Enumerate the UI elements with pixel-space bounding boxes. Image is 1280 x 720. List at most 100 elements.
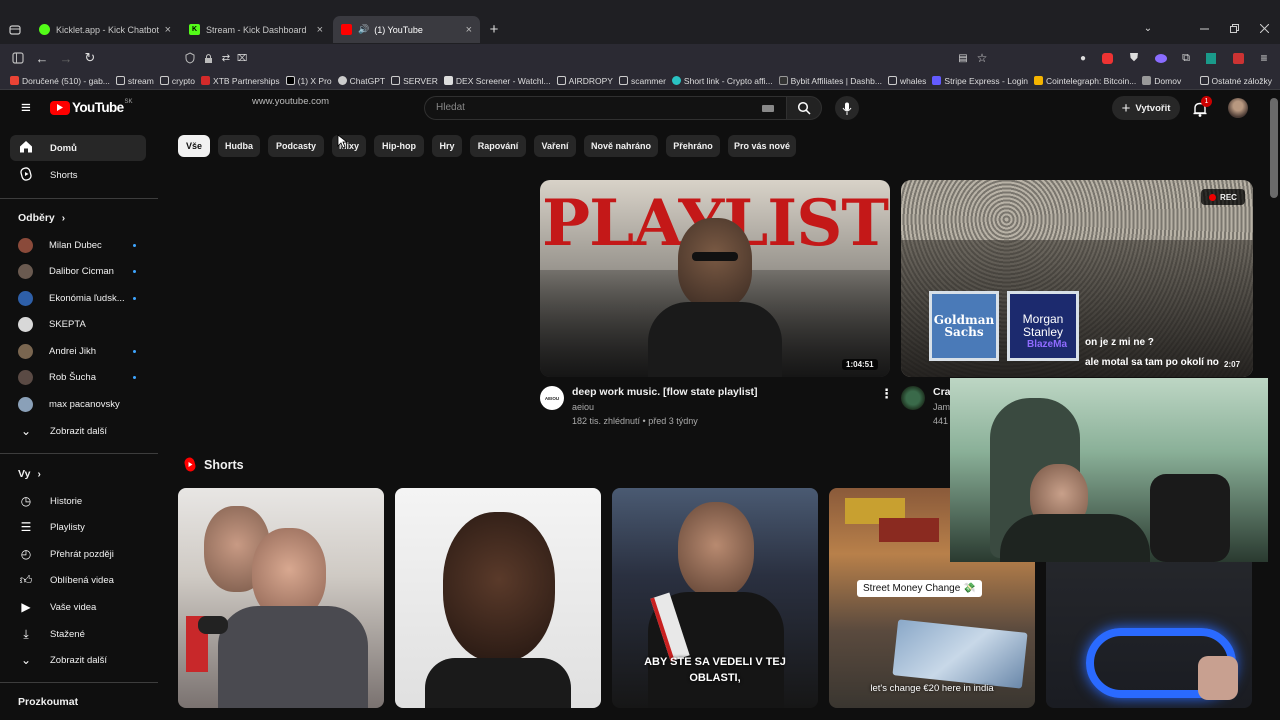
sidebar-sub-milan-dubec[interactable]: Milan Dubec bbox=[10, 232, 146, 258]
url-field[interactable]: www.youtube.com bbox=[252, 96, 329, 107]
sidebar-sub-ekonomia[interactable]: Ekonómia ľudsk... bbox=[10, 285, 146, 311]
sidebar-sub-rob-sucha[interactable]: Rob Šucha bbox=[10, 364, 146, 390]
search-button[interactable] bbox=[786, 96, 822, 120]
bookmark-stream[interactable]: stream bbox=[115, 76, 154, 86]
sidebar-item-playlists[interactable]: ☰ Playlisty bbox=[10, 514, 146, 540]
sidebar-item-history[interactable]: ◷ Historie bbox=[10, 488, 146, 514]
bookmark-crypto[interactable]: crypto bbox=[159, 76, 195, 86]
chip-watched[interactable]: Přehráno bbox=[666, 135, 720, 157]
bookmark-whales[interactable]: whales bbox=[887, 76, 926, 86]
you-heading[interactable]: Vy › bbox=[18, 468, 41, 480]
extension-red-icon[interactable] bbox=[1099, 50, 1115, 66]
tab-list-chevron-icon[interactable]: ⌄ bbox=[1140, 20, 1156, 36]
extension-teal-icon[interactable] bbox=[1203, 50, 1219, 66]
sidebar-item-liked-videos[interactable]: 👍︎ Oblíbená videa bbox=[10, 567, 146, 593]
lock-icon[interactable] bbox=[201, 50, 215, 66]
tab-close-icon[interactable]: × bbox=[466, 24, 472, 36]
bookmark-stripe[interactable]: Stripe Express - Login bbox=[932, 76, 1028, 86]
reload-icon[interactable]: ↻ bbox=[82, 50, 98, 66]
bookmark-cointelegraph[interactable]: Cointelegraph: Bitcoin... bbox=[1034, 76, 1136, 86]
bookmark-short-link[interactable]: Short link - Crypto affi... bbox=[671, 76, 773, 86]
restore-icon[interactable] bbox=[1226, 20, 1242, 36]
sidebar-subs-show-more[interactable]: ⌄ Zobrazit další bbox=[10, 418, 146, 444]
extensions-puzzle-icon[interactable]: ⧉ bbox=[1178, 50, 1194, 66]
sidebar-item-home[interactable]: Domů bbox=[10, 135, 146, 161]
sidebar-item-shorts[interactable]: Shorts bbox=[10, 162, 146, 188]
camera-blocked-icon[interactable]: ⌧ bbox=[235, 50, 249, 66]
bookmark-xtb[interactable]: XTB Partnerships bbox=[201, 76, 280, 86]
avatar[interactable] bbox=[1228, 98, 1248, 118]
chip-games[interactable]: Hry bbox=[432, 135, 462, 157]
bookmark-gmail[interactable]: Doručené (510) - gab... bbox=[10, 76, 110, 86]
page-scrollbar[interactable] bbox=[1268, 92, 1280, 712]
notifications-button[interactable]: 1 bbox=[1190, 96, 1212, 119]
video-thumbnail-live[interactable]: REC Goldman Sachs Morgan Stanley BlazeMa… bbox=[901, 180, 1253, 377]
shield-icon[interactable] bbox=[182, 50, 198, 66]
short-video-card[interactable] bbox=[178, 488, 384, 708]
speaker-icon[interactable]: 🔊 bbox=[358, 24, 369, 35]
forward-icon[interactable]: → bbox=[58, 50, 74, 66]
sidebar-toggle-icon[interactable] bbox=[10, 50, 26, 66]
video-channel-partial[interactable]: Jam bbox=[933, 402, 950, 412]
bookmark-bybit[interactable]: Bybit Affiliates | Dashb... bbox=[778, 76, 882, 86]
keyboard-icon[interactable] bbox=[762, 105, 774, 112]
subscriptions-heading[interactable]: Odběry › bbox=[18, 212, 65, 224]
reader-view-icon[interactable]: ▤ bbox=[955, 50, 971, 66]
bookmark-scammer[interactable]: scammer bbox=[618, 76, 666, 86]
bookmark-server[interactable]: SERVER bbox=[391, 76, 438, 86]
extension-purple-icon[interactable] bbox=[1153, 50, 1169, 66]
bookmark-dexscreener[interactable]: DEX Screener - Watchl... bbox=[443, 76, 551, 86]
sidebar-item-your-videos[interactable]: ▶ Vaše videa bbox=[10, 594, 146, 620]
short-video-card[interactable]: ABY STE SA VEDELI V TEJ OBLASTI, bbox=[612, 488, 818, 708]
new-tab-button[interactable]: + bbox=[486, 20, 502, 38]
tab-close-icon[interactable]: × bbox=[317, 24, 323, 36]
video-thumbnail-playlist[interactable]: PLAYLIST 1:04:51 bbox=[540, 180, 890, 377]
extension-shield-icon[interactable]: ⛊ bbox=[1126, 50, 1142, 66]
tab-kick-dashboard[interactable]: K Stream - Kick Dashboard × bbox=[181, 16, 331, 43]
bookmark-airdropy[interactable]: AIRDROPY bbox=[556, 76, 613, 86]
chip-all[interactable]: Vše bbox=[178, 135, 210, 157]
bookmark-x-pro[interactable]: (1) X Pro bbox=[285, 76, 332, 86]
chip-hiphop[interactable]: Hip-hop bbox=[374, 135, 424, 157]
menu-icon[interactable]: ≡ bbox=[1256, 50, 1272, 66]
search-input[interactable]: Hledat bbox=[424, 96, 786, 120]
minimize-icon[interactable] bbox=[1196, 20, 1212, 36]
hamburger-menu-icon[interactable]: ≡ bbox=[16, 98, 36, 117]
sidebar-sub-andrei-jikh[interactable]: Andrei Jikh bbox=[10, 338, 146, 364]
video-title-partial[interactable]: Cra bbox=[933, 386, 951, 398]
other-bookmarks[interactable]: Ostatné záložky bbox=[1199, 76, 1272, 86]
sidebar-item-downloads[interactable]: ⤓ Stažené bbox=[10, 621, 146, 647]
sidebar-you-show-more[interactable]: ⌄ Zobrazit další bbox=[10, 647, 146, 673]
close-window-icon[interactable] bbox=[1256, 20, 1272, 36]
create-button[interactable]: + Vytvořit bbox=[1112, 96, 1180, 120]
scrollbar-thumb[interactable] bbox=[1270, 98, 1278, 198]
youtube-logo[interactable]: YouTube SK bbox=[50, 99, 133, 115]
back-icon[interactable]: ← bbox=[34, 50, 50, 66]
chip-new-to-you[interactable]: Pro vás nové bbox=[728, 135, 796, 157]
tab-youtube-active[interactable]: 🔊 (1) YouTube × bbox=[333, 16, 480, 43]
tab-kicklet[interactable]: Kicklet.app - Kick Chatbot and ( × bbox=[31, 16, 179, 43]
channel-avatar[interactable] bbox=[901, 386, 925, 410]
more-options-icon[interactable]: ⋮ bbox=[880, 386, 893, 402]
channel-avatar-aeiou[interactable]: AEIOU bbox=[540, 386, 564, 410]
sidebar-sub-skepta[interactable]: SKEPTA bbox=[10, 311, 146, 337]
tab-close-icon[interactable]: × bbox=[165, 24, 171, 36]
sidebar-item-watch-later[interactable]: ◴ Přehrát později bbox=[10, 541, 146, 567]
extension-sidebar-icon[interactable] bbox=[1230, 50, 1246, 66]
bookmark-chatgpt[interactable]: ChatGPT bbox=[337, 76, 385, 86]
chip-rap[interactable]: Rapování bbox=[470, 135, 526, 157]
sidebar-sub-max-pacanovsky[interactable]: max pacanovsky bbox=[10, 391, 146, 417]
sidebar-sub-dalibor-cicman[interactable]: Dalibor Cicman bbox=[10, 258, 146, 284]
video-title[interactable]: deep work music. [flow state playlist] bbox=[572, 386, 758, 398]
account-icon[interactable]: ● bbox=[1075, 50, 1091, 66]
voice-search-button[interactable] bbox=[835, 96, 859, 120]
chip-cooking[interactable]: Vaření bbox=[534, 135, 576, 157]
short-video-card[interactable] bbox=[395, 488, 601, 708]
bookmark-domov[interactable]: Domov bbox=[1142, 76, 1181, 86]
video-channel-name[interactable]: aeiou bbox=[572, 402, 594, 412]
chip-recently-uploaded[interactable]: Nově nahráno bbox=[584, 135, 658, 157]
bookmark-star-icon[interactable]: ☆ bbox=[974, 50, 990, 66]
tab-overview-icon[interactable] bbox=[7, 22, 23, 38]
chip-music[interactable]: Hudba bbox=[218, 135, 260, 157]
permissions-icon[interactable]: ⇄ bbox=[219, 50, 233, 66]
